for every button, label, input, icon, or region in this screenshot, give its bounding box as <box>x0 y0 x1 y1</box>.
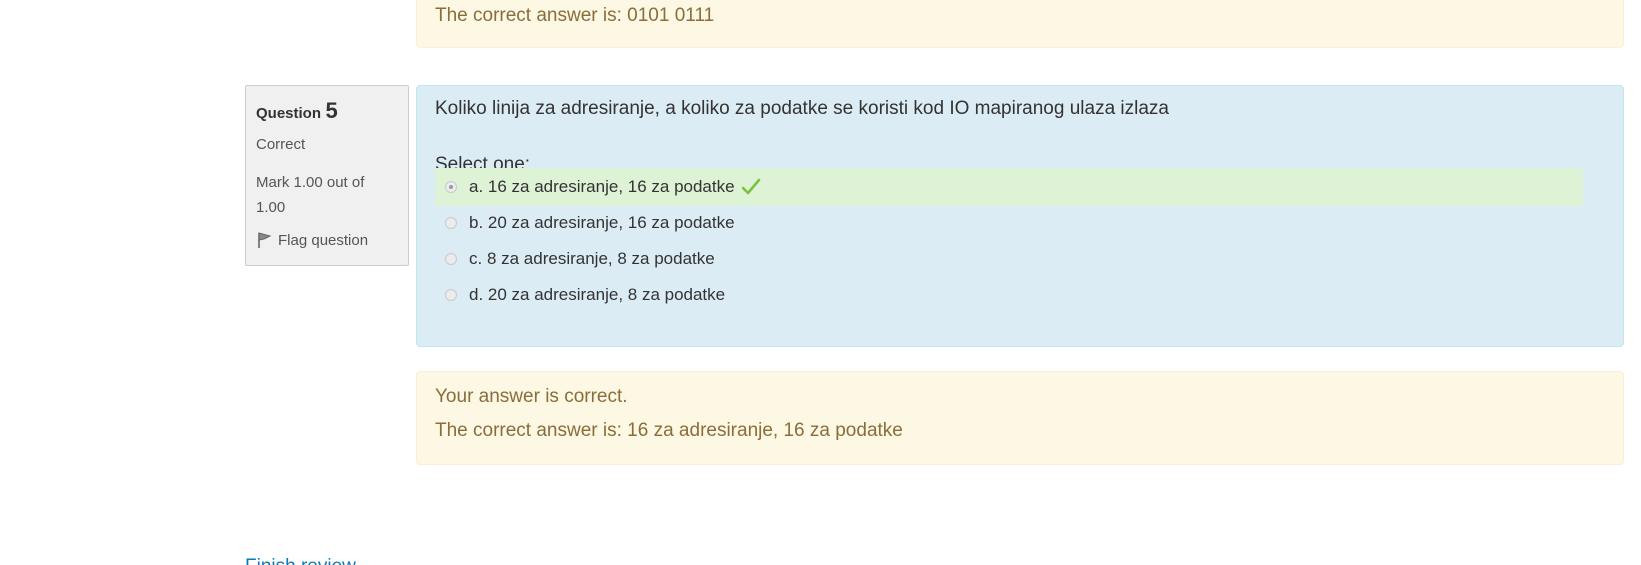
answer-option-a[interactable]: a. 16 za adresiranje, 16 za podatke <box>435 168 1583 206</box>
previous-right-answer: The correct answer is: 0101 0111 <box>435 5 715 26</box>
answer-label-d: d. 20 za adresiranje, 8 za podatke <box>469 285 726 304</box>
flag-icon <box>258 232 272 248</box>
answer-option-c[interactable]: c. 8 za adresiranje, 8 za podatke <box>435 240 1583 278</box>
answer-label-c: c. 8 za adresiranje, 8 za podatke <box>469 249 715 268</box>
answer-label-b: b. 20 za adresiranje, 16 za podatke <box>469 213 735 232</box>
quiz-review-page: The correct answer is: 0101 0111 Questio… <box>0 0 1641 565</box>
answer-label-a: a. 16 za adresiranje, 16 za podatke <box>469 177 735 196</box>
question-state: Correct <box>256 136 306 153</box>
question-text: Koliko linija za adresiranje, a koliko z… <box>435 98 1169 119</box>
question-grade: Mark 1.00 out of 1.00 <box>256 174 365 216</box>
question-content: Koliko linija za adresiranje, a koliko z… <box>416 85 1624 347</box>
question-number: 5 <box>325 98 338 123</box>
answer-option-d[interactable]: d. 20 za adresiranje, 8 za podatke <box>435 276 1583 314</box>
question-label: Question <box>256 105 322 122</box>
answer-feedback: Your answer is correct. <box>435 386 628 407</box>
finish-review-link[interactable]: Finish review <box>245 556 356 565</box>
question-feedback: Your answer is correct. The correct answ… <box>416 371 1624 465</box>
check-icon <box>741 178 760 195</box>
right-answer: The correct answer is: 16 za adresiranje… <box>435 420 903 441</box>
flag-question-label: Flag question <box>278 231 369 249</box>
question-number-line: Question 5 <box>256 98 338 124</box>
flag-question-button[interactable]: Flag question <box>256 231 368 249</box>
previous-question-feedback: The correct answer is: 0101 0111 <box>416 0 1624 48</box>
answer-option-b[interactable]: b. 20 za adresiranje, 16 za podatke <box>435 204 1583 242</box>
answer-radio-c[interactable] <box>445 253 457 265</box>
answer-radio-b[interactable] <box>445 217 457 229</box>
question-info: Question 5 Correct Mark 1.00 out of 1.00… <box>245 85 409 266</box>
answer-radio-d[interactable] <box>445 289 457 301</box>
answer-radio-a[interactable] <box>445 181 457 193</box>
